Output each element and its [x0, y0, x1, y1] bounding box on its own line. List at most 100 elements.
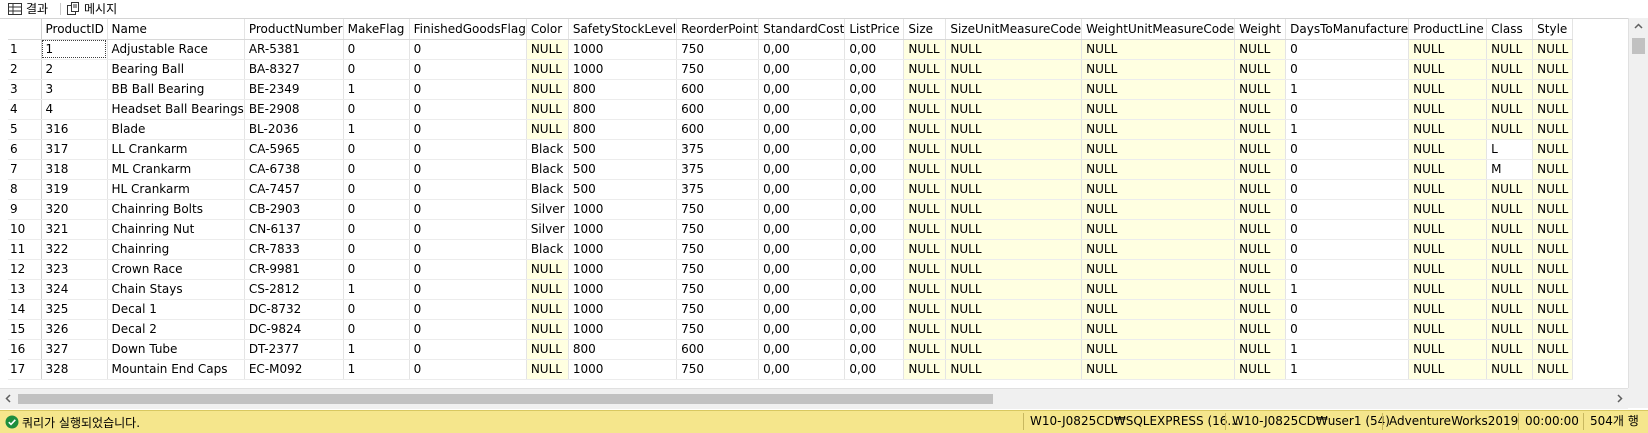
cell-name[interactable]: Down Tube — [107, 339, 245, 360]
cell-class[interactable]: M — [1486, 159, 1534, 180]
cell-finishedgoodsflag[interactable]: 0 — [409, 319, 527, 340]
cell-listprice[interactable]: 0,00 — [844, 99, 905, 120]
table-row[interactable]: 16 327 Down Tube DT-2377 1 0 NULL 800 600 0,00 0,0… — [8, 339, 1574, 360]
cell-size[interactable]: NULL — [903, 339, 947, 360]
cell-name[interactable]: Decal 1 — [107, 299, 245, 320]
cell-style[interactable]: NULL — [1532, 299, 1574, 320]
cell-style[interactable]: NULL — [1532, 359, 1574, 380]
cell-productnumber[interactable]: CA-7457 — [244, 179, 344, 200]
cell-safetystocklevel[interactable]: 500 — [568, 159, 678, 180]
cell-reorderpoint[interactable]: 600 — [676, 79, 760, 100]
cell-reorderpoint[interactable]: 750 — [676, 59, 760, 80]
cell-productnumber[interactable]: CB-2903 — [244, 199, 344, 220]
cell-daystomanufacture[interactable]: 0 — [1285, 259, 1410, 280]
cell-style[interactable]: NULL — [1532, 179, 1574, 200]
cell-productid[interactable]: 325 — [41, 299, 108, 320]
cell-color[interactable]: NULL — [526, 99, 569, 120]
cell-listprice[interactable]: 0,00 — [844, 299, 905, 320]
results-grid[interactable]: ProductID Name ProductNumber MakeFlag Finish… — [0, 18, 1648, 408]
horizontal-scroll-thumb[interactable] — [18, 394, 993, 404]
cell-listprice[interactable]: 0,00 — [844, 319, 905, 340]
cell-weightunitmeasurecode[interactable]: NULL — [1081, 139, 1236, 160]
row-number[interactable]: 7 — [8, 159, 42, 180]
cell-makeflag[interactable]: 0 — [343, 239, 410, 260]
cell-class[interactable]: L — [1486, 139, 1534, 160]
row-number[interactable]: 8 — [8, 179, 42, 200]
cell-productid[interactable]: 317 — [41, 139, 108, 160]
cell-standardcost[interactable]: 0,00 — [758, 339, 846, 360]
cell-makeflag[interactable]: 0 — [343, 299, 410, 320]
cell-productline[interactable]: NULL — [1408, 239, 1488, 260]
results-table[interactable]: ProductID Name ProductNumber MakeFlag Finish… — [8, 19, 1574, 380]
cell-productline[interactable]: NULL — [1408, 139, 1488, 160]
row-number[interactable]: 10 — [8, 219, 42, 240]
cell-listprice[interactable]: 0,00 — [844, 359, 905, 380]
cell-standardcost[interactable]: 0,00 — [758, 99, 846, 120]
table-row[interactable]: 13 324 Chain Stays CS-2812 1 0 NULL 1000 750 0,00… — [8, 279, 1574, 300]
cell-finishedgoodsflag[interactable]: 0 — [409, 279, 527, 300]
cell-finishedgoodsflag[interactable]: 0 — [409, 79, 527, 100]
cell-class[interactable]: NULL — [1486, 119, 1534, 140]
cell-size[interactable]: NULL — [903, 139, 947, 160]
cell-productline[interactable]: NULL — [1408, 219, 1488, 240]
table-row[interactable]: 9 320 Chainring Bolts CB-2903 0 0 Silver 1000 75… — [8, 199, 1574, 220]
cell-size[interactable]: NULL — [903, 179, 947, 200]
cell-sizeunitmeasurecode[interactable]: NULL — [945, 239, 1083, 260]
cell-class[interactable]: NULL — [1486, 39, 1534, 60]
cell-weightunitmeasurecode[interactable]: NULL — [1081, 319, 1236, 340]
table-row[interactable]: 4 4 Headset Ball Bearings BE-2908 0 0 NULL 800 6… — [8, 99, 1574, 120]
cell-weightunitmeasurecode[interactable]: NULL — [1081, 179, 1236, 200]
cell-listprice[interactable]: 0,00 — [844, 239, 905, 260]
scroll-right-icon[interactable] — [1611, 389, 1628, 408]
cell-reorderpoint[interactable]: 600 — [676, 339, 760, 360]
cell-weight[interactable]: NULL — [1234, 219, 1287, 240]
cell-sizeunitmeasurecode[interactable]: NULL — [945, 359, 1083, 380]
cell-reorderpoint[interactable]: 750 — [676, 219, 760, 240]
row-number[interactable]: 5 — [8, 119, 42, 140]
cell-sizeunitmeasurecode[interactable]: NULL — [945, 199, 1083, 220]
cell-makeflag[interactable]: 0 — [343, 39, 410, 60]
cell-listprice[interactable]: 0,00 — [844, 339, 905, 360]
cell-class[interactable]: NULL — [1486, 279, 1534, 300]
cell-standardcost[interactable]: 0,00 — [758, 79, 846, 100]
cell-finishedgoodsflag[interactable]: 0 — [409, 239, 527, 260]
cell-listprice[interactable]: 0,00 — [844, 279, 905, 300]
cell-standardcost[interactable]: 0,00 — [758, 59, 846, 80]
cell-class[interactable]: NULL — [1486, 59, 1534, 80]
cell-weight[interactable]: NULL — [1234, 319, 1287, 340]
column-header-weight[interactable]: Weight — [1234, 19, 1287, 40]
scroll-left-icon[interactable] — [0, 389, 17, 408]
cell-sizeunitmeasurecode[interactable]: NULL — [945, 299, 1083, 320]
cell-productline[interactable]: NULL — [1408, 359, 1488, 380]
cell-style[interactable]: NULL — [1532, 259, 1574, 280]
cell-name[interactable]: Blade — [107, 119, 245, 140]
column-header-color[interactable]: Color — [526, 19, 569, 40]
cell-daystomanufacture[interactable]: 1 — [1285, 79, 1410, 100]
cell-finishedgoodsflag[interactable]: 0 — [409, 299, 527, 320]
cell-productid[interactable]: 324 — [41, 279, 108, 300]
table-row[interactable]: 3 3 BB Ball Bearing BE-2349 1 0 NULL 800 600 0,00… — [8, 79, 1574, 100]
cell-finishedgoodsflag[interactable]: 0 — [409, 39, 527, 60]
cell-sizeunitmeasurecode[interactable]: NULL — [945, 319, 1083, 340]
cell-productid[interactable]: 328 — [41, 359, 108, 380]
cell-name[interactable]: Chainring Nut — [107, 219, 245, 240]
cell-safetystocklevel[interactable]: 1000 — [568, 59, 678, 80]
cell-weight[interactable]: NULL — [1234, 159, 1287, 180]
cell-finishedgoodsflag[interactable]: 0 — [409, 359, 527, 380]
cell-standardcost[interactable]: 0,00 — [758, 39, 846, 60]
cell-sizeunitmeasurecode[interactable]: NULL — [945, 259, 1083, 280]
column-header-productnumber[interactable]: ProductNumber — [244, 19, 344, 40]
cell-sizeunitmeasurecode[interactable]: NULL — [945, 59, 1083, 80]
cell-productid[interactable]: 318 — [41, 159, 108, 180]
cell-productid[interactable]: 321 — [41, 219, 108, 240]
cell-class[interactable]: NULL — [1486, 359, 1534, 380]
cell-sizeunitmeasurecode[interactable]: NULL — [945, 79, 1083, 100]
cell-standardcost[interactable]: 0,00 — [758, 119, 846, 140]
cell-listprice[interactable]: 0,00 — [844, 139, 905, 160]
cell-class[interactable]: NULL — [1486, 259, 1534, 280]
scroll-up-icon[interactable] — [1629, 18, 1648, 35]
cell-reorderpoint[interactable]: 750 — [676, 299, 760, 320]
cell-style[interactable]: NULL — [1532, 39, 1574, 60]
cell-makeflag[interactable]: 0 — [343, 219, 410, 240]
cell-standardcost[interactable]: 0,00 — [758, 359, 846, 380]
